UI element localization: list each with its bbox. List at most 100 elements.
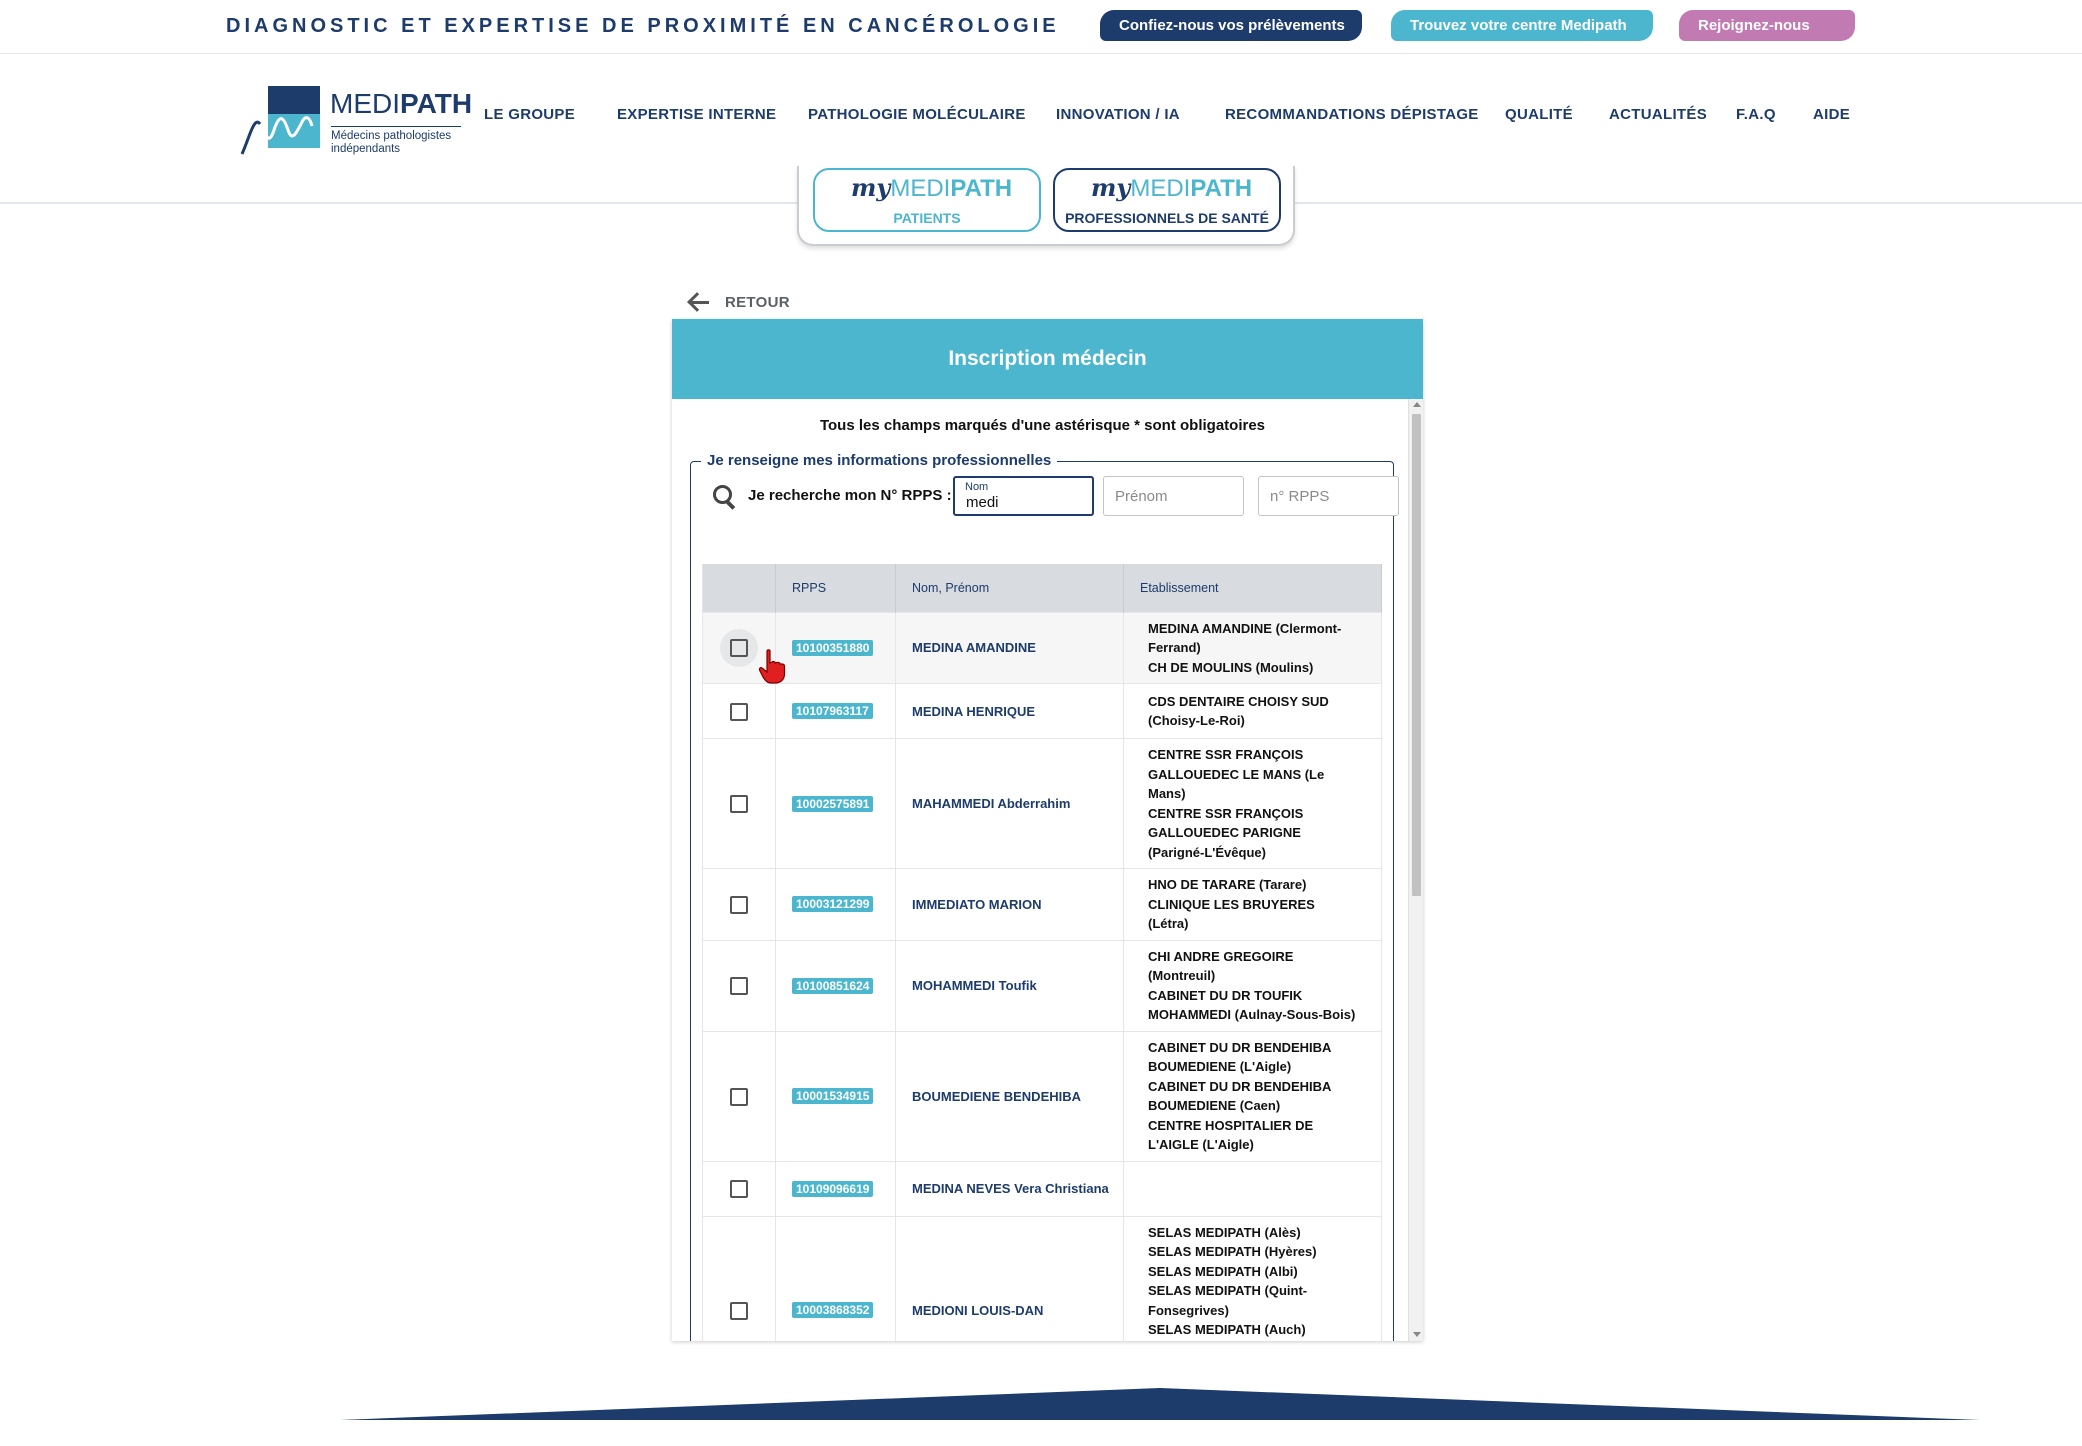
mymedipath-tabs: myMEDIPATH PATIENTS myMEDIPATH PROFESSIO…: [797, 166, 1295, 246]
row-rpps-cell: 10001534915: [775, 1030, 896, 1161]
card-body: Tous les champs marqués d'une astérisque…: [672, 399, 1423, 1341]
table-row[interactable]: 10001534915 BOUMEDIENE BENDEHIBA CABINET D…: [702, 1030, 1382, 1161]
table-row[interactable]: 10100851624 MOHAMMEDI Toufik CHI ANDRE GRE…: [702, 939, 1382, 1031]
nav-aide[interactable]: AIDE: [1813, 106, 1850, 123]
row-checkbox-wrap[interactable]: [720, 785, 758, 823]
row-etab-cell: CENTRE SSR FRANÇOIS GALLOUEDEC LE MANS (…: [1123, 738, 1382, 869]
rpps-badge: 10107963117: [792, 703, 873, 719]
row-checkbox-wrap[interactable]: [720, 967, 758, 1005]
row-checkbox[interactable]: [730, 895, 748, 914]
row-checkbox[interactable]: [730, 1087, 748, 1106]
row-name: MOHAMMEDI Toufik: [895, 939, 1124, 1031]
rpps-input[interactable]: [1259, 477, 1398, 515]
scroll-up-icon[interactable]: [1413, 402, 1421, 407]
row-checkbox[interactable]: [730, 702, 748, 721]
row-checkbox[interactable]: [730, 1301, 748, 1320]
rpps-badge: 10003121299: [792, 896, 874, 913]
row-checkbox-wrap[interactable]: [720, 1291, 758, 1329]
row-rpps-cell: 10109096619: [775, 1160, 896, 1216]
table-row[interactable]: 10002575891 MAHAMMEDI Abderrahim CENTRE SS…: [702, 738, 1382, 869]
table-body: 10100351880 MEDINA AMANDINE MEDINA AMANDIN…: [702, 611, 1382, 1341]
etablissement-item: CDS DENTAIRE CHOISY SUD (Choisy-Le-Roi): [1148, 693, 1329, 729]
table-row[interactable]: 10003868352 MEDIONI LOUIS-DAN SELAS MEDIPA…: [702, 1215, 1382, 1341]
back-link[interactable]: RETOUR: [687, 290, 790, 314]
row-check-cell: [702, 868, 776, 940]
row-checkbox-wrap[interactable]: [720, 628, 758, 667]
nav-faq[interactable]: F.A.Q: [1736, 106, 1776, 123]
row-etab-cell: [1123, 1160, 1382, 1216]
etablissement-item: CENTRE HOSPITALIER DE L'AIGLE (L'Aigle): [1148, 1117, 1314, 1153]
row-rpps-cell: 10100851624: [775, 939, 896, 1031]
professional-info-fieldset: Je renseigne mes informations profession…: [690, 452, 1399, 1341]
nom-field[interactable]: Nom: [953, 476, 1094, 516]
nav-recommandations-depistage[interactable]: RECOMMANDATIONS DÉPISTAGE: [1225, 106, 1479, 123]
row-rpps-cell: 10100351880: [775, 611, 896, 684]
send-samples-button[interactable]: Confiez-nous vos prélèvements: [1100, 10, 1362, 41]
nav-innovation-ia[interactable]: INNOVATION / IA: [1056, 106, 1180, 123]
find-center-button[interactable]: Trouvez votre centre Medipath: [1391, 10, 1653, 41]
search-icon: [713, 485, 737, 509]
etablissement-item: SELAS MEDIPATH (Quint-Fonsegrives): [1148, 1283, 1308, 1318]
row-etab-cell: CDS DENTAIRE CHOISY SUD (Choisy-Le-Roi): [1123, 683, 1382, 739]
row-name: MEDINA HENRIQUE: [895, 683, 1124, 739]
tab-patients-label: PATIENTS: [893, 210, 961, 226]
nav-actualites[interactable]: ACTUALITÉS: [1609, 106, 1707, 123]
etablissement-item: CABINET DU DR BENDEHIBA BOUMEDIENE (L'Ai…: [1148, 1039, 1331, 1075]
mymedipath-logo: myMEDIPATH: [1091, 173, 1253, 202]
etablissement-item: SELAS MEDIPATH (Alès): [1148, 1224, 1301, 1240]
row-checkbox[interactable]: [730, 1180, 748, 1199]
table-row[interactable]: 10109096619 MEDINA NEVES Vera Christiana: [702, 1160, 1382, 1216]
row-check-cell: [702, 1215, 776, 1341]
nav-pathologie-moleculaire[interactable]: PATHOLOGIE MOLÉCULAIRE: [808, 106, 1026, 123]
rpps-badge: 10002575891: [792, 795, 874, 812]
table-header-row: RPPS Nom, Prénom Etablissement: [702, 564, 1382, 612]
join-button[interactable]: Rejoignez-nous: [1679, 10, 1855, 41]
tagline: DIAGNOSTIC ET EXPERTISE DE PROXIMITÉ EN …: [226, 15, 1060, 37]
row-check-cell: [702, 1030, 776, 1161]
nav-qualite[interactable]: QUALITÉ: [1505, 106, 1573, 123]
search-label: Je recherche mon N° RPPS :: [748, 487, 952, 504]
card-title: Inscription médecin: [672, 319, 1423, 399]
nav-expertise-interne[interactable]: EXPERTISE INTERNE: [617, 106, 776, 123]
prenom-input[interactable]: [1104, 477, 1243, 515]
row-checkbox[interactable]: [730, 977, 748, 996]
card-scrollbar[interactable]: [1408, 399, 1423, 1341]
tab-patients[interactable]: myMEDIPATH PATIENTS: [813, 168, 1041, 232]
row-name: BOUMEDIENE BENDEHIBA: [895, 1030, 1124, 1161]
nom-input[interactable]: [955, 478, 1092, 514]
row-name: MEDIONI LOUIS-DAN: [895, 1215, 1124, 1341]
main-nav: LE GROUPE EXPERTISE INTERNE PATHOLOGIE M…: [0, 106, 2082, 132]
row-etab-cell: MEDINA AMANDINE (Clermont-Ferrand) CH DE …: [1123, 611, 1382, 684]
header-check: [702, 564, 776, 612]
row-checkbox[interactable]: [730, 795, 748, 814]
row-rpps-cell: 10002575891: [775, 738, 896, 869]
tab-professionnels[interactable]: myMEDIPATH PROFESSIONNELS DE SANTÉ: [1053, 168, 1281, 232]
row-checkbox-wrap[interactable]: [720, 885, 758, 923]
row-checkbox-wrap[interactable]: [720, 692, 758, 730]
top-bar: DIAGNOSTIC ET EXPERTISE DE PROXIMITÉ EN …: [0, 0, 2082, 54]
etablissement-item: SELAS MEDIPATH (Hyères): [1148, 1244, 1317, 1259]
scroll-thumb[interactable]: [1412, 414, 1421, 896]
row-etab-cell: CABINET DU DR BENDEHIBA BOUMEDIENE (L'Ai…: [1123, 1030, 1382, 1161]
back-label: RETOUR: [725, 293, 790, 311]
row-check-cell: [702, 683, 776, 739]
prenom-field[interactable]: [1103, 476, 1244, 516]
nav-le-groupe[interactable]: LE GROUPE: [484, 106, 575, 123]
header-name: Nom, Prénom: [895, 564, 1124, 612]
row-etab-cell: CHI ANDRE GREGOIRE (Montreuil) CABINET DU…: [1123, 939, 1382, 1031]
row-check-cell: [702, 1160, 776, 1216]
row-checkbox[interactable]: [730, 639, 748, 658]
etablissement-item: SELAS MEDIPATH (Albi): [1148, 1263, 1298, 1279]
etablissement-item: CHI ANDRE GREGOIRE (Montreuil): [1148, 948, 1294, 984]
row-checkbox-wrap[interactable]: [720, 1077, 758, 1115]
etablissement-item: HNO DE TARARE (Tarare): [1148, 877, 1307, 892]
scroll-down-icon[interactable]: [1413, 1332, 1421, 1337]
table-row[interactable]: 10003121299 IMMEDIATO MARION HNO DE TARARE…: [702, 868, 1382, 940]
header-rpps: RPPS: [775, 564, 896, 612]
row-checkbox-wrap[interactable]: [720, 1170, 758, 1208]
row-check-cell: [702, 738, 776, 869]
rpps-field[interactable]: [1258, 476, 1399, 516]
table-row[interactable]: 10107963117 MEDINA HENRIQUE CDS DENTAIRE C…: [702, 683, 1382, 739]
tab-professionnels-label: PROFESSIONNELS DE SANTÉ: [1065, 210, 1269, 226]
table-row[interactable]: 10100351880 MEDINA AMANDINE MEDINA AMANDIN…: [702, 611, 1382, 684]
